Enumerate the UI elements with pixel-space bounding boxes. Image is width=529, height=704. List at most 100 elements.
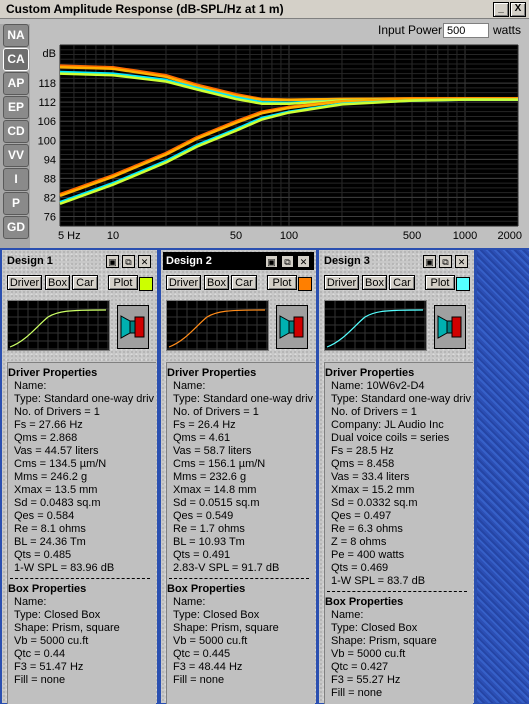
box-button[interactable]: Box	[45, 275, 70, 290]
driver-property: Sd = 0.0515 sq.m	[173, 497, 260, 509]
driver-button[interactable]: Driver	[324, 275, 359, 290]
driver-property: No. of Drivers = 1	[331, 406, 417, 418]
design-title: Design 2	[166, 255, 212, 267]
side-tab-na[interactable]: NA	[3, 24, 29, 47]
driver-property: Vas = 33.4 liters	[331, 471, 410, 483]
input-power-label: Input Power:	[378, 23, 446, 37]
box-property: Vb = 5000 cu.ft	[331, 648, 406, 660]
driver-property: Fs = 28.5 Hz	[331, 445, 394, 457]
input-power-field[interactable]: 500	[443, 23, 489, 38]
close-icon[interactable]: ✕	[138, 255, 151, 268]
driver-property: No. of Drivers = 1	[14, 406, 100, 418]
save-icon[interactable]: ▣	[106, 255, 119, 268]
box-button[interactable]: Box	[362, 275, 387, 290]
window-title: Custom Amplitude Response (dB-SPL/Hz at …	[6, 2, 284, 16]
x-tick-label: 500	[403, 230, 421, 242]
design-panel-1: Design 1 ▣ ⧉ ✕ Driver Box Car Plot Driver Proper…	[2, 250, 157, 704]
thumbnail-curve-graphic	[325, 301, 426, 350]
box-property: Name:	[14, 596, 47, 608]
close-icon[interactable]: ✕	[297, 255, 310, 268]
driver-property: 1-W SPL = 83.7 dB	[331, 575, 426, 587]
side-tab-ca[interactable]: CA	[3, 48, 29, 71]
box-property: Type: Closed Box	[331, 622, 418, 634]
driver-property: Pe = 400 watts	[331, 549, 405, 561]
driver-property: Qes = 0.584	[14, 510, 75, 522]
y-tick-label: 82	[44, 192, 56, 204]
driver-property: Qts = 0.469	[331, 562, 389, 574]
car-button[interactable]: Car	[389, 275, 415, 290]
copy-icon[interactable]: ⧉	[122, 255, 135, 268]
y-tick-label: 88	[44, 173, 56, 185]
plot-button[interactable]: Plot	[108, 275, 138, 290]
box-property: Fill = none	[14, 674, 66, 686]
save-icon[interactable]: ▣	[265, 255, 278, 268]
box-property: F3 = 48.44 Hz	[173, 661, 243, 673]
thumbnail-curve-graphic	[8, 301, 109, 350]
driver-property: Dual voice coils = series	[331, 432, 450, 444]
driver-properties-header: Driver Properties	[167, 367, 257, 379]
driver-property: Mms = 232.6 g	[173, 471, 247, 483]
save-icon[interactable]: ▣	[423, 255, 436, 268]
speaker-icon	[434, 305, 466, 349]
driver-property: BL = 10.93 Tm	[173, 536, 245, 548]
side-tab-vv[interactable]: VV	[3, 144, 29, 167]
speaker-graphic	[120, 315, 145, 339]
section-divider	[10, 578, 150, 579]
copy-icon[interactable]: ⧉	[281, 255, 294, 268]
properties-list: Driver Properties Name: Type: Standard one…	[166, 362, 315, 704]
box-properties-header: Box Properties	[167, 583, 246, 595]
title-bar: Custom Amplitude Response (dB-SPL/Hz at …	[0, 0, 529, 19]
box-button[interactable]: Box	[204, 275, 229, 290]
driver-property: Xmax = 13.5 mm	[14, 484, 98, 496]
response-thumbnail	[166, 300, 269, 351]
side-tab-ap[interactable]: AP	[3, 72, 29, 95]
driver-button[interactable]: Driver	[166, 275, 201, 290]
plot-button[interactable]: Plot	[267, 275, 297, 290]
minimize-button[interactable]: _	[493, 2, 509, 17]
plot-button[interactable]: Plot	[425, 275, 455, 290]
box-property: Qtc = 0.445	[173, 648, 231, 660]
desktop-background	[477, 250, 529, 703]
box-property: Type: Closed Box	[173, 609, 260, 621]
side-tab-gd[interactable]: GD	[3, 216, 29, 239]
plot-color-swatch[interactable]	[139, 277, 153, 291]
side-tab-cd[interactable]: CD	[3, 120, 29, 143]
driver-property: Company: JL Audio Inc	[331, 419, 444, 431]
side-tab-bar: NA CA AP EP CD VV I P GD	[0, 24, 30, 248]
box-property: F3 = 55.27 Hz	[331, 674, 401, 686]
close-icon[interactable]: ✕	[455, 255, 468, 268]
x-tick-label: 100	[280, 230, 298, 242]
driver-property: Re = 8.1 ohms	[14, 523, 86, 535]
y-tick-label: 118	[38, 78, 56, 90]
driver-property: Z = 8 ohms	[331, 536, 387, 548]
y-tick-label: 112	[38, 97, 56, 109]
driver-button[interactable]: Driver	[7, 275, 42, 290]
response-thumbnail	[324, 300, 427, 351]
car-button[interactable]: Car	[72, 275, 98, 290]
driver-property: Type: Standard one-way driv	[14, 393, 155, 405]
properties-list: Driver Properties Name: Type: Standard one…	[7, 362, 156, 704]
car-button[interactable]: Car	[231, 275, 257, 290]
box-property: Qtc = 0.427	[331, 661, 389, 673]
amplitude-response-chart: 76 82 88 94 100 106 112 118 dB 5 Hz 10 50 100 500 1000…	[30, 40, 525, 244]
driver-property: Name:	[14, 380, 47, 392]
design-title: Design 1	[7, 255, 53, 267]
x-tick-label: 10	[107, 230, 119, 242]
driver-property: 1-W SPL = 83.96 dB	[14, 562, 115, 574]
side-tab-i[interactable]: I	[3, 168, 29, 191]
side-tab-p[interactable]: P	[3, 192, 29, 215]
driver-property: Vas = 44.57 liters	[14, 445, 99, 457]
side-tab-ep[interactable]: EP	[3, 96, 29, 119]
response-thumbnail	[7, 300, 110, 351]
speaker-graphic	[437, 315, 462, 339]
plot-color-swatch[interactable]	[298, 277, 312, 291]
copy-icon[interactable]: ⧉	[439, 255, 452, 268]
plot-color-swatch[interactable]	[456, 277, 470, 291]
close-button[interactable]: X	[510, 2, 526, 17]
driver-property: Qms = 8.458	[331, 458, 395, 470]
driver-property: Qts = 0.485	[14, 549, 72, 561]
driver-property: Qms = 2.868	[14, 432, 78, 444]
box-property: Type: Closed Box	[14, 609, 101, 621]
driver-property: Qms = 4.61	[173, 432, 231, 444]
box-property: Fill = none	[173, 674, 225, 686]
